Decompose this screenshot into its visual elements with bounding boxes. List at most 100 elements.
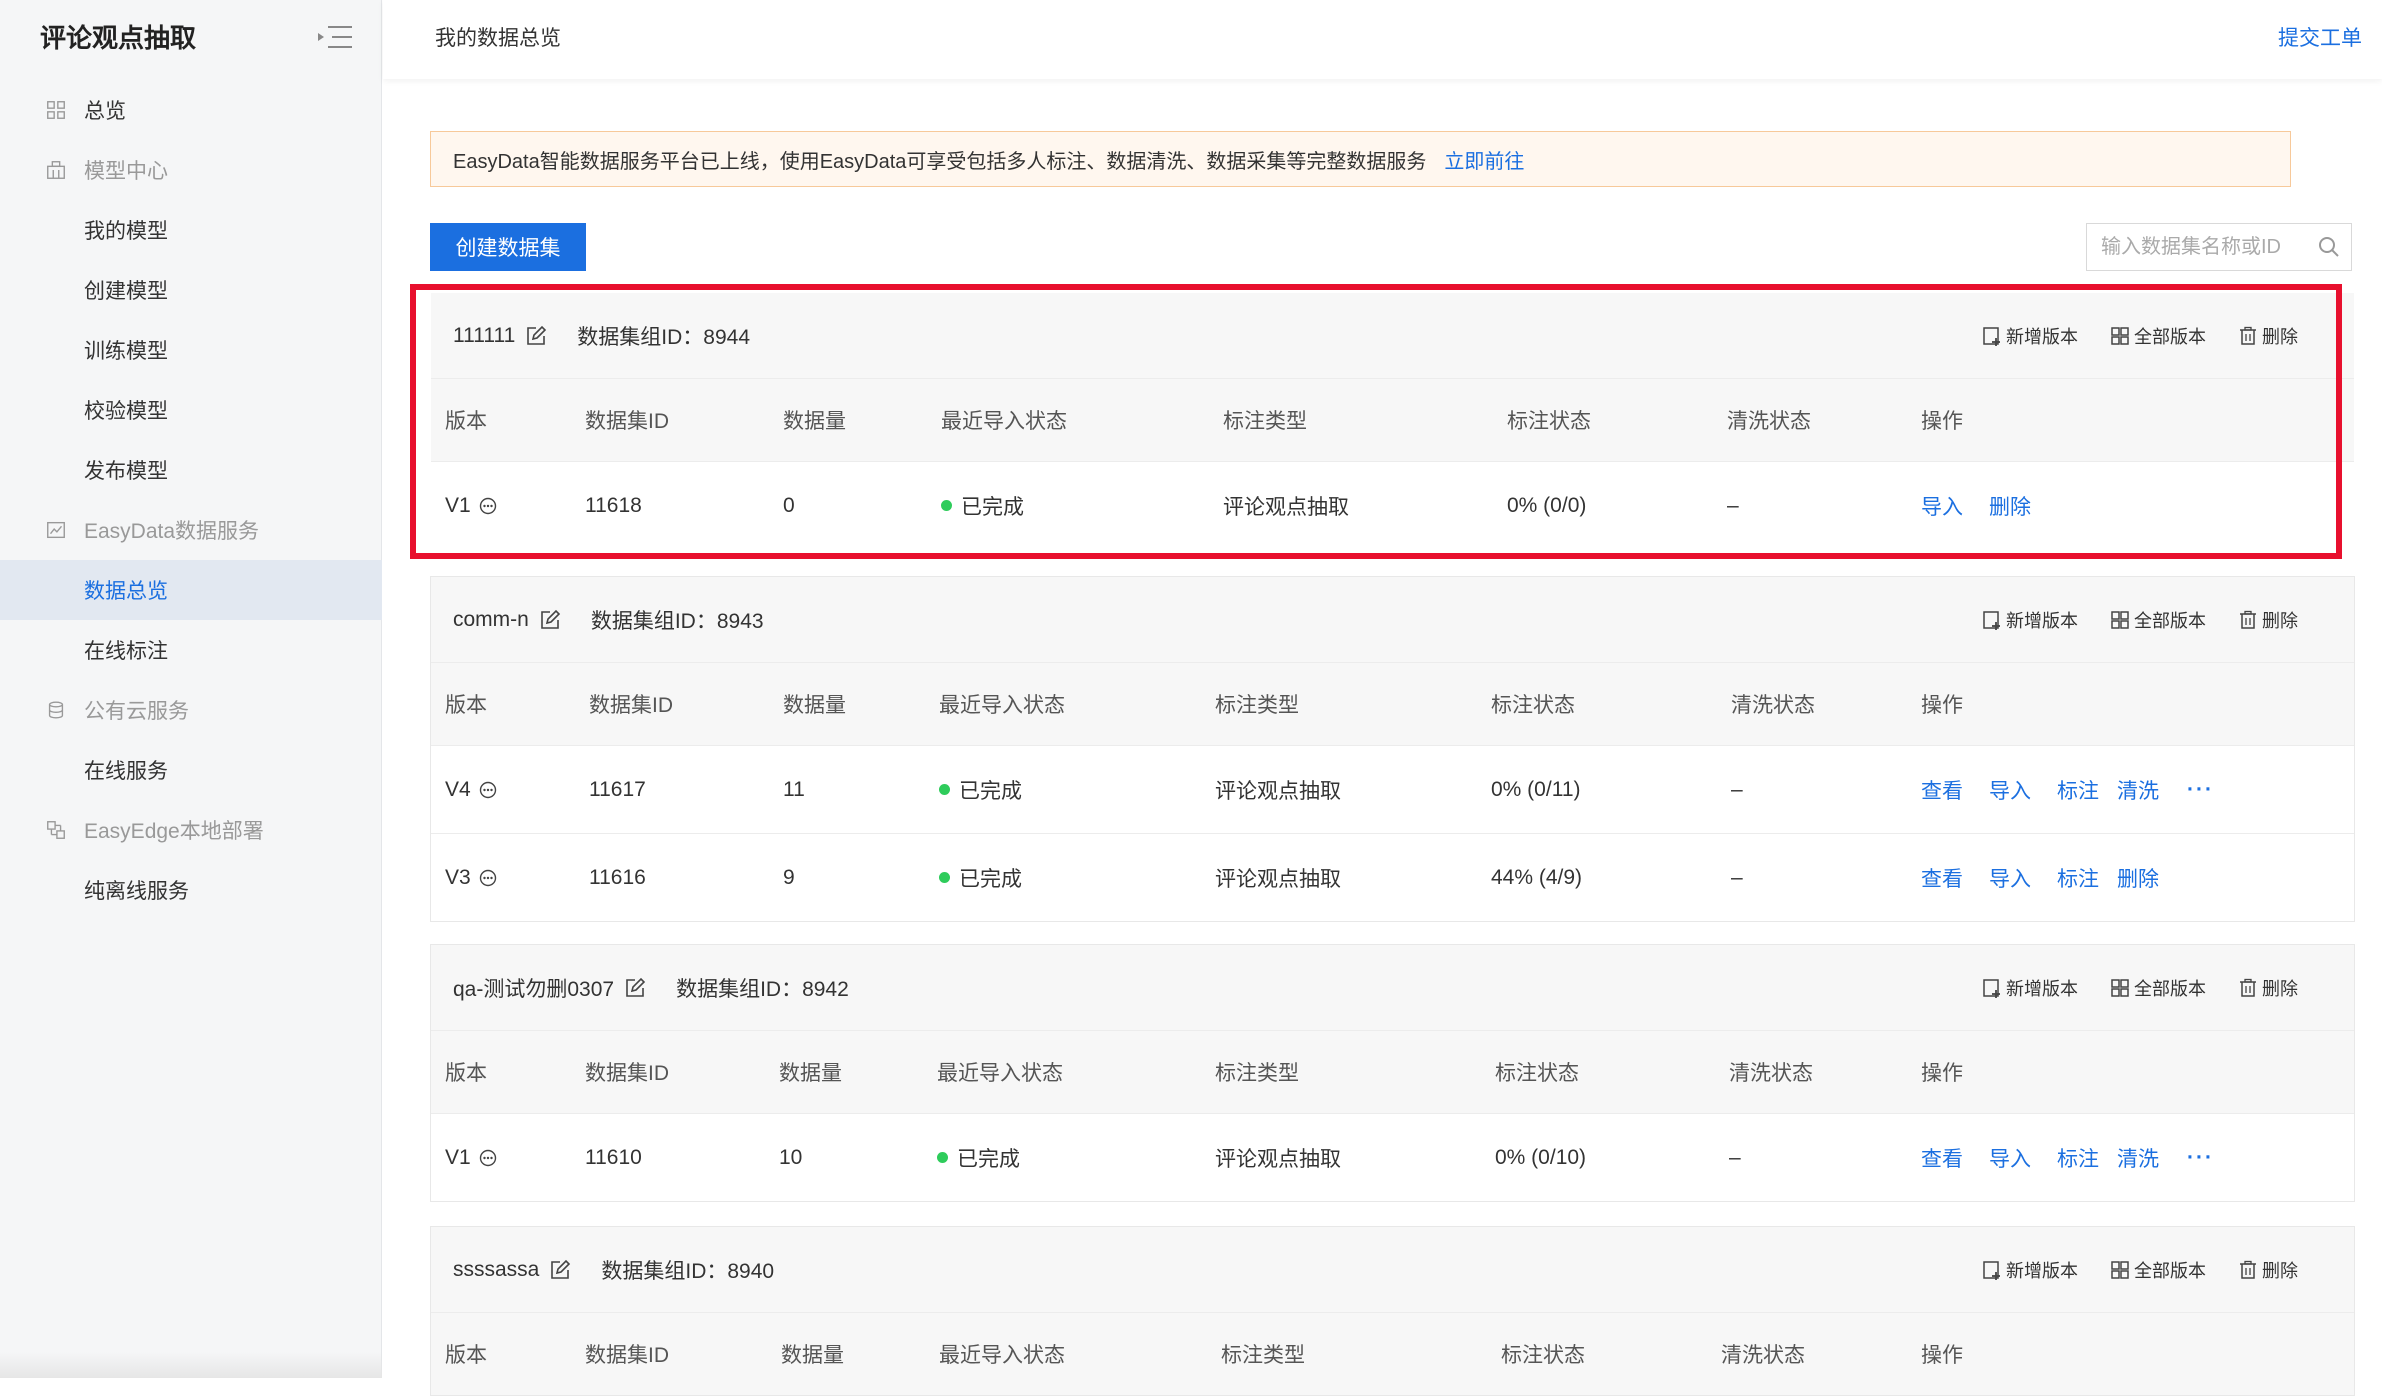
add-version-button[interactable]: 新增版本 [1982, 607, 2078, 633]
all-versions-button[interactable]: 全部版本 [2110, 607, 2206, 633]
sidebar-item[interactable]: 在线标注 [0, 620, 382, 680]
search-input[interactable] [2087, 234, 2317, 260]
dataset-name: 111111 [453, 323, 516, 347]
operations-cell: 查看 导入 标注 清洗 ··· [1921, 746, 2221, 833]
more-info-icon[interactable] [471, 781, 497, 799]
delete-dataset-button-label: 删除 [2262, 1260, 2298, 1281]
add-version-button[interactable]: 新增版本 [1982, 975, 2078, 1001]
sidebar-item[interactable]: 训练模型 [0, 320, 382, 380]
more-actions-icon[interactable]: ··· [2187, 1146, 2214, 1170]
sidebar-item[interactable]: 我的模型 [0, 200, 382, 260]
sidebar-item[interactable]: 纯离线服务 [0, 860, 382, 920]
op-link[interactable]: 导入 [1921, 491, 1963, 521]
edit-icon[interactable] [539, 609, 561, 631]
dataset-id-cell: 11617 [589, 777, 646, 801]
op-link[interactable]: 删除 [2117, 863, 2159, 893]
delete-dataset-button[interactable]: 删除 [2238, 975, 2298, 1001]
column-header: 标注状态 [1495, 1062, 1579, 1085]
all-versions-button-label: 全部版本 [2134, 1260, 2206, 1281]
label-status-cell: 0% (0/11) [1491, 777, 1581, 801]
label-type-cell: 评论观点抽取 [1215, 867, 1341, 891]
clean-status-cell: – [1729, 1145, 1741, 1169]
sidebar-item[interactable]: 发布模型 [0, 440, 382, 500]
column-header: 最近导入状态 [939, 1344, 1065, 1367]
all-versions-button-label: 全部版本 [2134, 610, 2206, 631]
all-versions-button[interactable]: 全部版本 [2110, 1257, 2206, 1283]
sidebar-item[interactable]: EasyEdge本地部署 [0, 800, 382, 860]
all-versions-icon [2110, 1260, 2134, 1280]
delete-dataset-button[interactable]: 删除 [2238, 607, 2298, 633]
op-link[interactable]: 查看 [1921, 863, 1963, 893]
sidebar-item[interactable]: 校验模型 [0, 380, 382, 440]
sidebar-item[interactable]: 模型中心 [0, 140, 382, 200]
sidebar-item[interactable]: 总览 [0, 80, 382, 140]
submit-ticket-link[interactable]: 提交工单 [2278, 22, 2362, 52]
op-link[interactable]: 导入 [1989, 1143, 2031, 1173]
more-actions-icon[interactable]: ··· [2187, 778, 2214, 802]
table-header: 版本 数据集ID 数据量 最近导入状态 标注类型 标注状态 清洗状态 操作 [431, 1030, 2354, 1113]
notice-banner: EasyData智能数据服务平台已上线，使用EasyData可享受包括多人标注、… [430, 131, 2291, 187]
op-link[interactable]: 清洗 [2117, 1143, 2159, 1173]
op-link[interactable]: 清洗 [2117, 775, 2159, 805]
sidebar-item[interactable]: 创建模型 [0, 260, 382, 320]
edit-icon[interactable] [549, 1259, 571, 1281]
sidebar-item-label: 校验模型 [84, 400, 168, 423]
sidebar-item[interactable]: 公有云服务 [0, 680, 382, 740]
table-row: V3 11616 9 已完成 评论观点抽取 44% (4/9) – 查看 导入 标注 删除 [431, 833, 2354, 921]
notice-link[interactable]: 立即前往 [1444, 145, 1524, 174]
edit-icon[interactable] [525, 325, 547, 347]
import-status-text: 已完成 [959, 779, 1022, 803]
more-info-icon[interactable] [471, 497, 497, 515]
all-versions-button[interactable]: 全部版本 [2110, 975, 2206, 1001]
delete-dataset-button[interactable]: 删除 [2238, 323, 2298, 349]
column-header: 标注类型 [1223, 410, 1307, 433]
import-status-cell: 已完成 [939, 834, 1022, 921]
trash-icon [2238, 1260, 2262, 1280]
status-dot-icon [937, 1152, 948, 1163]
op-link[interactable]: 标注 [2057, 863, 2099, 893]
add-version-button[interactable]: 新增版本 [1982, 323, 2078, 349]
status-dot-icon [939, 784, 950, 795]
more-info-icon[interactable] [471, 1149, 497, 1167]
sidebar-item[interactable]: EasyData数据服务 [0, 500, 382, 560]
dataset-actions: 新增版本 全部版本 删除 [1950, 577, 2298, 662]
op-link[interactable]: 标注 [2057, 775, 2099, 805]
column-header: 操作 [1921, 694, 1963, 717]
collapse-sidebar-icon[interactable] [316, 22, 354, 52]
column-header: 数据集ID [585, 1344, 669, 1367]
column-header: 操作 [1921, 1062, 1963, 1085]
sidebar-item-label: 模型中心 [84, 160, 168, 183]
dataset-id-cell: 11616 [589, 865, 646, 889]
op-link[interactable]: 标注 [2057, 1143, 2099, 1173]
trash-icon [2238, 326, 2262, 346]
op-link[interactable]: 导入 [1989, 775, 2031, 805]
column-header: 操作 [1921, 1344, 1963, 1367]
clean-status-cell: – [1731, 865, 1743, 889]
dataset-actions: 新增版本 全部版本 删除 [1950, 1227, 2298, 1312]
more-info-icon[interactable] [471, 869, 497, 887]
dataset-id-cell: 11610 [585, 1145, 642, 1169]
column-header: 清洗状态 [1727, 410, 1811, 433]
op-link[interactable]: 删除 [1989, 491, 2031, 521]
column-header: 最近导入状态 [939, 694, 1065, 717]
search-icon[interactable] [2317, 235, 2341, 259]
create-dataset-button[interactable]: 创建数据集 [430, 223, 586, 271]
dataset-group-id: 数据集组ID：8942 [676, 977, 849, 1001]
dataset-name: qa-测试勿删0307 [453, 977, 615, 1001]
all-versions-button[interactable]: 全部版本 [2110, 323, 2206, 349]
column-header: 版本 [445, 1062, 487, 1085]
version-label: V1 [445, 493, 471, 517]
column-header: 标注状态 [1491, 694, 1575, 717]
op-link[interactable]: 查看 [1921, 1143, 1963, 1173]
page-title: 我的数据总览 [435, 27, 561, 50]
data-count-cell: 11 [783, 777, 805, 801]
add-version-button[interactable]: 新增版本 [1982, 1257, 2078, 1283]
sidebar-item[interactable]: 在线服务 [0, 740, 382, 800]
add-version-button-label: 新增版本 [2006, 1260, 2078, 1281]
op-link[interactable]: 导入 [1989, 863, 2031, 893]
sidebar-item-label: 在线标注 [84, 640, 168, 663]
sidebar-item[interactable]: 数据总览 [0, 560, 382, 620]
delete-dataset-button[interactable]: 删除 [2238, 1257, 2298, 1283]
edit-icon[interactable] [624, 977, 646, 999]
op-link[interactable]: 查看 [1921, 775, 1963, 805]
